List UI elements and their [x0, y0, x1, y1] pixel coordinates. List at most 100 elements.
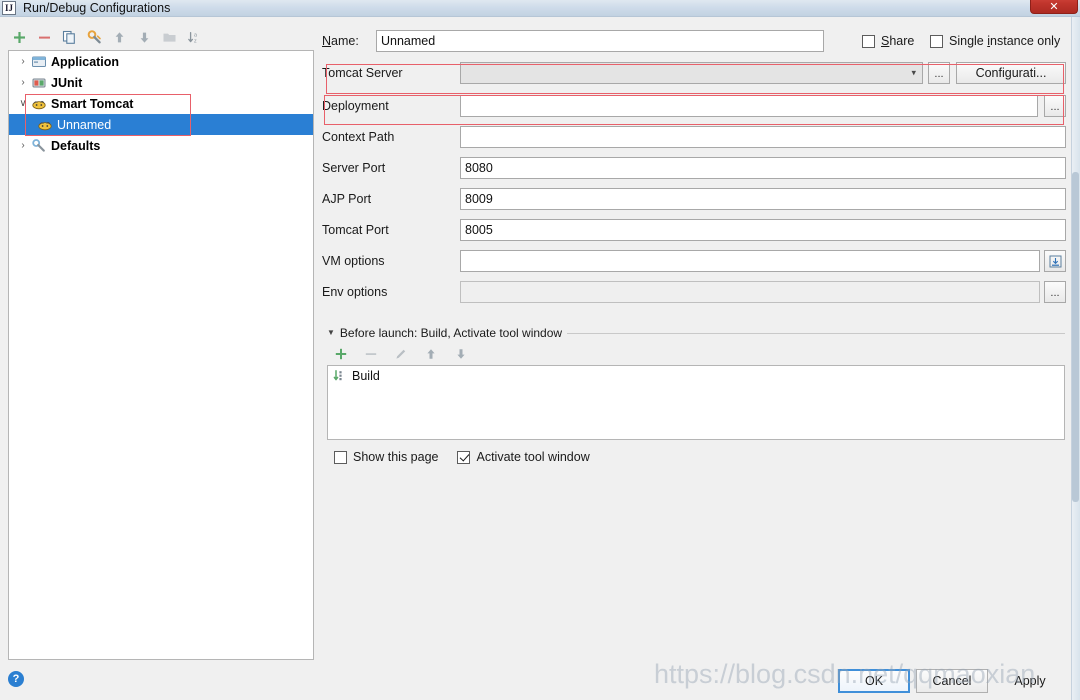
tree-item-label: Smart Tomcat [51, 96, 134, 111]
share-checkbox-box[interactable] [862, 34, 875, 48]
remove-configuration-button[interactable] [33, 27, 55, 47]
server-port-input[interactable] [460, 157, 1066, 179]
sort-configurations-button[interactable]: a z [183, 27, 205, 47]
chevron-right-icon[interactable]: › [15, 56, 31, 67]
tree-item-unnamed[interactable]: Unnamed [9, 114, 313, 135]
single-instance-checkbox[interactable]: Single instance only [930, 34, 1060, 48]
folder-icon [163, 33, 175, 42]
expand-icon [1049, 255, 1061, 267]
create-folder-button[interactable] [158, 27, 180, 47]
configuration-button[interactable]: Configurati... [956, 62, 1066, 84]
ajp-port-input[interactable] [460, 188, 1066, 210]
server-port-label: Server Port [322, 161, 386, 175]
help-button[interactable]: ? [8, 671, 24, 687]
context-path-row: Context Path [322, 125, 1070, 149]
chevron-right-icon[interactable]: › [15, 77, 31, 88]
tomcat-port-input[interactable] [460, 219, 1066, 241]
remove-task-button[interactable] [360, 344, 382, 364]
minus-icon [365, 353, 377, 355]
vm-options-expand-button[interactable] [1044, 250, 1066, 272]
ajp-port-label: AJP Port [322, 192, 372, 206]
tree-item-label: JUnit [51, 75, 83, 90]
plus-icon [335, 348, 347, 360]
tree-item-junit[interactable]: › JUnit [9, 72, 313, 93]
tree-item-label: Application [51, 54, 120, 69]
tree-item-defaults[interactable]: › Defaults [9, 135, 313, 156]
ajp-port-row: AJP Port [322, 187, 1070, 211]
svg-text:z: z [194, 38, 197, 44]
run-debug-configurations-dialog: IJ Run/Debug Configurations ✕ a z › Appl… [0, 0, 1080, 700]
single-instance-checkbox-box[interactable] [930, 34, 943, 48]
edit-templates-button[interactable] [83, 27, 105, 47]
copy-configuration-button[interactable] [58, 27, 80, 47]
vm-options-input[interactable] [460, 250, 1040, 272]
dialog-scrollbar[interactable] [1071, 17, 1080, 700]
task-item-build[interactable]: Build [328, 366, 1064, 386]
before-launch-header[interactable]: ▼ Before launch: Build, Activate tool wi… [327, 325, 1065, 341]
context-path-label: Context Path [322, 130, 395, 144]
deployment-input[interactable] [460, 95, 1038, 117]
before-launch-title: Before launch: Build, Activate tool wind… [339, 326, 563, 340]
activate-tool-window-checkbox-box[interactable] [457, 450, 471, 464]
defaults-icon [31, 138, 47, 154]
arrow-up-icon [115, 31, 123, 42]
task-item-label: Build [352, 369, 380, 383]
window-title: Run/Debug Configurations [23, 1, 171, 15]
context-path-input[interactable] [460, 126, 1066, 148]
server-port-row: Server Port [322, 156, 1070, 180]
minus-icon [38, 36, 50, 39]
single-instance-label: Single instance only [949, 34, 1061, 48]
activate-tool-window-label: Activate tool window [476, 450, 590, 464]
name-label: Name: [322, 34, 359, 48]
chevron-down-icon: ▾ [911, 67, 916, 78]
name-row: Name: Share Single instance only [322, 29, 1070, 53]
show-this-page-checkbox-box[interactable] [334, 450, 347, 464]
arrow-up-icon [427, 349, 435, 359]
vm-options-row: VM options [322, 249, 1070, 273]
application-icon [31, 54, 47, 70]
vm-options-label: VM options [322, 254, 385, 268]
chevron-right-icon[interactable]: › [15, 140, 31, 151]
deployment-row: Deployment ... [322, 94, 1070, 118]
tree-item-label: Defaults [51, 138, 101, 153]
before-launch-options: Show this page Activate tool window [334, 450, 590, 464]
env-options-input[interactable] [460, 281, 1040, 303]
build-icon [333, 369, 347, 383]
configurations-toolbar: a z [8, 26, 308, 48]
deployment-label: Deployment [322, 99, 389, 113]
share-label: Share [881, 34, 915, 48]
tree-item-smart-tomcat[interactable]: ∨ Smart Tomcat [9, 93, 313, 114]
add-task-button[interactable] [330, 344, 352, 364]
activate-tool-window-checkbox[interactable]: Activate tool window [457, 450, 590, 464]
tomcat-server-browse-button[interactable]: ... [928, 62, 950, 84]
triangle-down-icon[interactable]: ▼ [327, 329, 335, 337]
close-button[interactable]: ✕ [1030, 0, 1078, 14]
pencil-icon [396, 349, 406, 359]
before-launch-task-list[interactable]: Build [327, 365, 1065, 440]
arrow-down-icon [457, 349, 465, 359]
edit-task-button[interactable] [390, 344, 412, 364]
wrench-icon [87, 29, 101, 43]
share-checkbox[interactable]: Share [862, 34, 914, 48]
tomcat-port-row: Tomcat Port [322, 218, 1070, 242]
env-options-browse-button[interactable]: ... [1044, 281, 1066, 303]
add-configuration-button[interactable] [8, 27, 30, 47]
intellij-idea-icon: IJ [2, 1, 16, 15]
tree-item-label: Unnamed [57, 117, 112, 132]
tree-item-application[interactable]: › Application [9, 51, 313, 72]
tomcat-server-select[interactable]: ▾ [460, 62, 923, 84]
show-this-page-checkbox[interactable]: Show this page [334, 450, 438, 464]
move-task-up-button[interactable] [420, 344, 442, 364]
move-task-down-button[interactable] [450, 344, 472, 364]
name-input[interactable] [376, 30, 824, 52]
move-up-button[interactable] [108, 27, 130, 47]
tomcat-icon [31, 96, 47, 112]
deployment-browse-button[interactable]: ... [1044, 95, 1066, 117]
configurations-tree[interactable]: › Application › JUnit ∨ Smart Tomcat Unn… [8, 50, 314, 660]
move-down-button[interactable] [133, 27, 155, 47]
scrollbar-thumb[interactable] [1072, 172, 1079, 502]
chevron-down-icon[interactable]: ∨ [15, 98, 31, 109]
arrow-down-icon [140, 32, 148, 43]
configuration-form: Name: Share Single instance only Tomcat … [322, 22, 1070, 662]
tomcat-server-row: Tomcat Server ▾ ... Configurati... [322, 61, 1070, 85]
